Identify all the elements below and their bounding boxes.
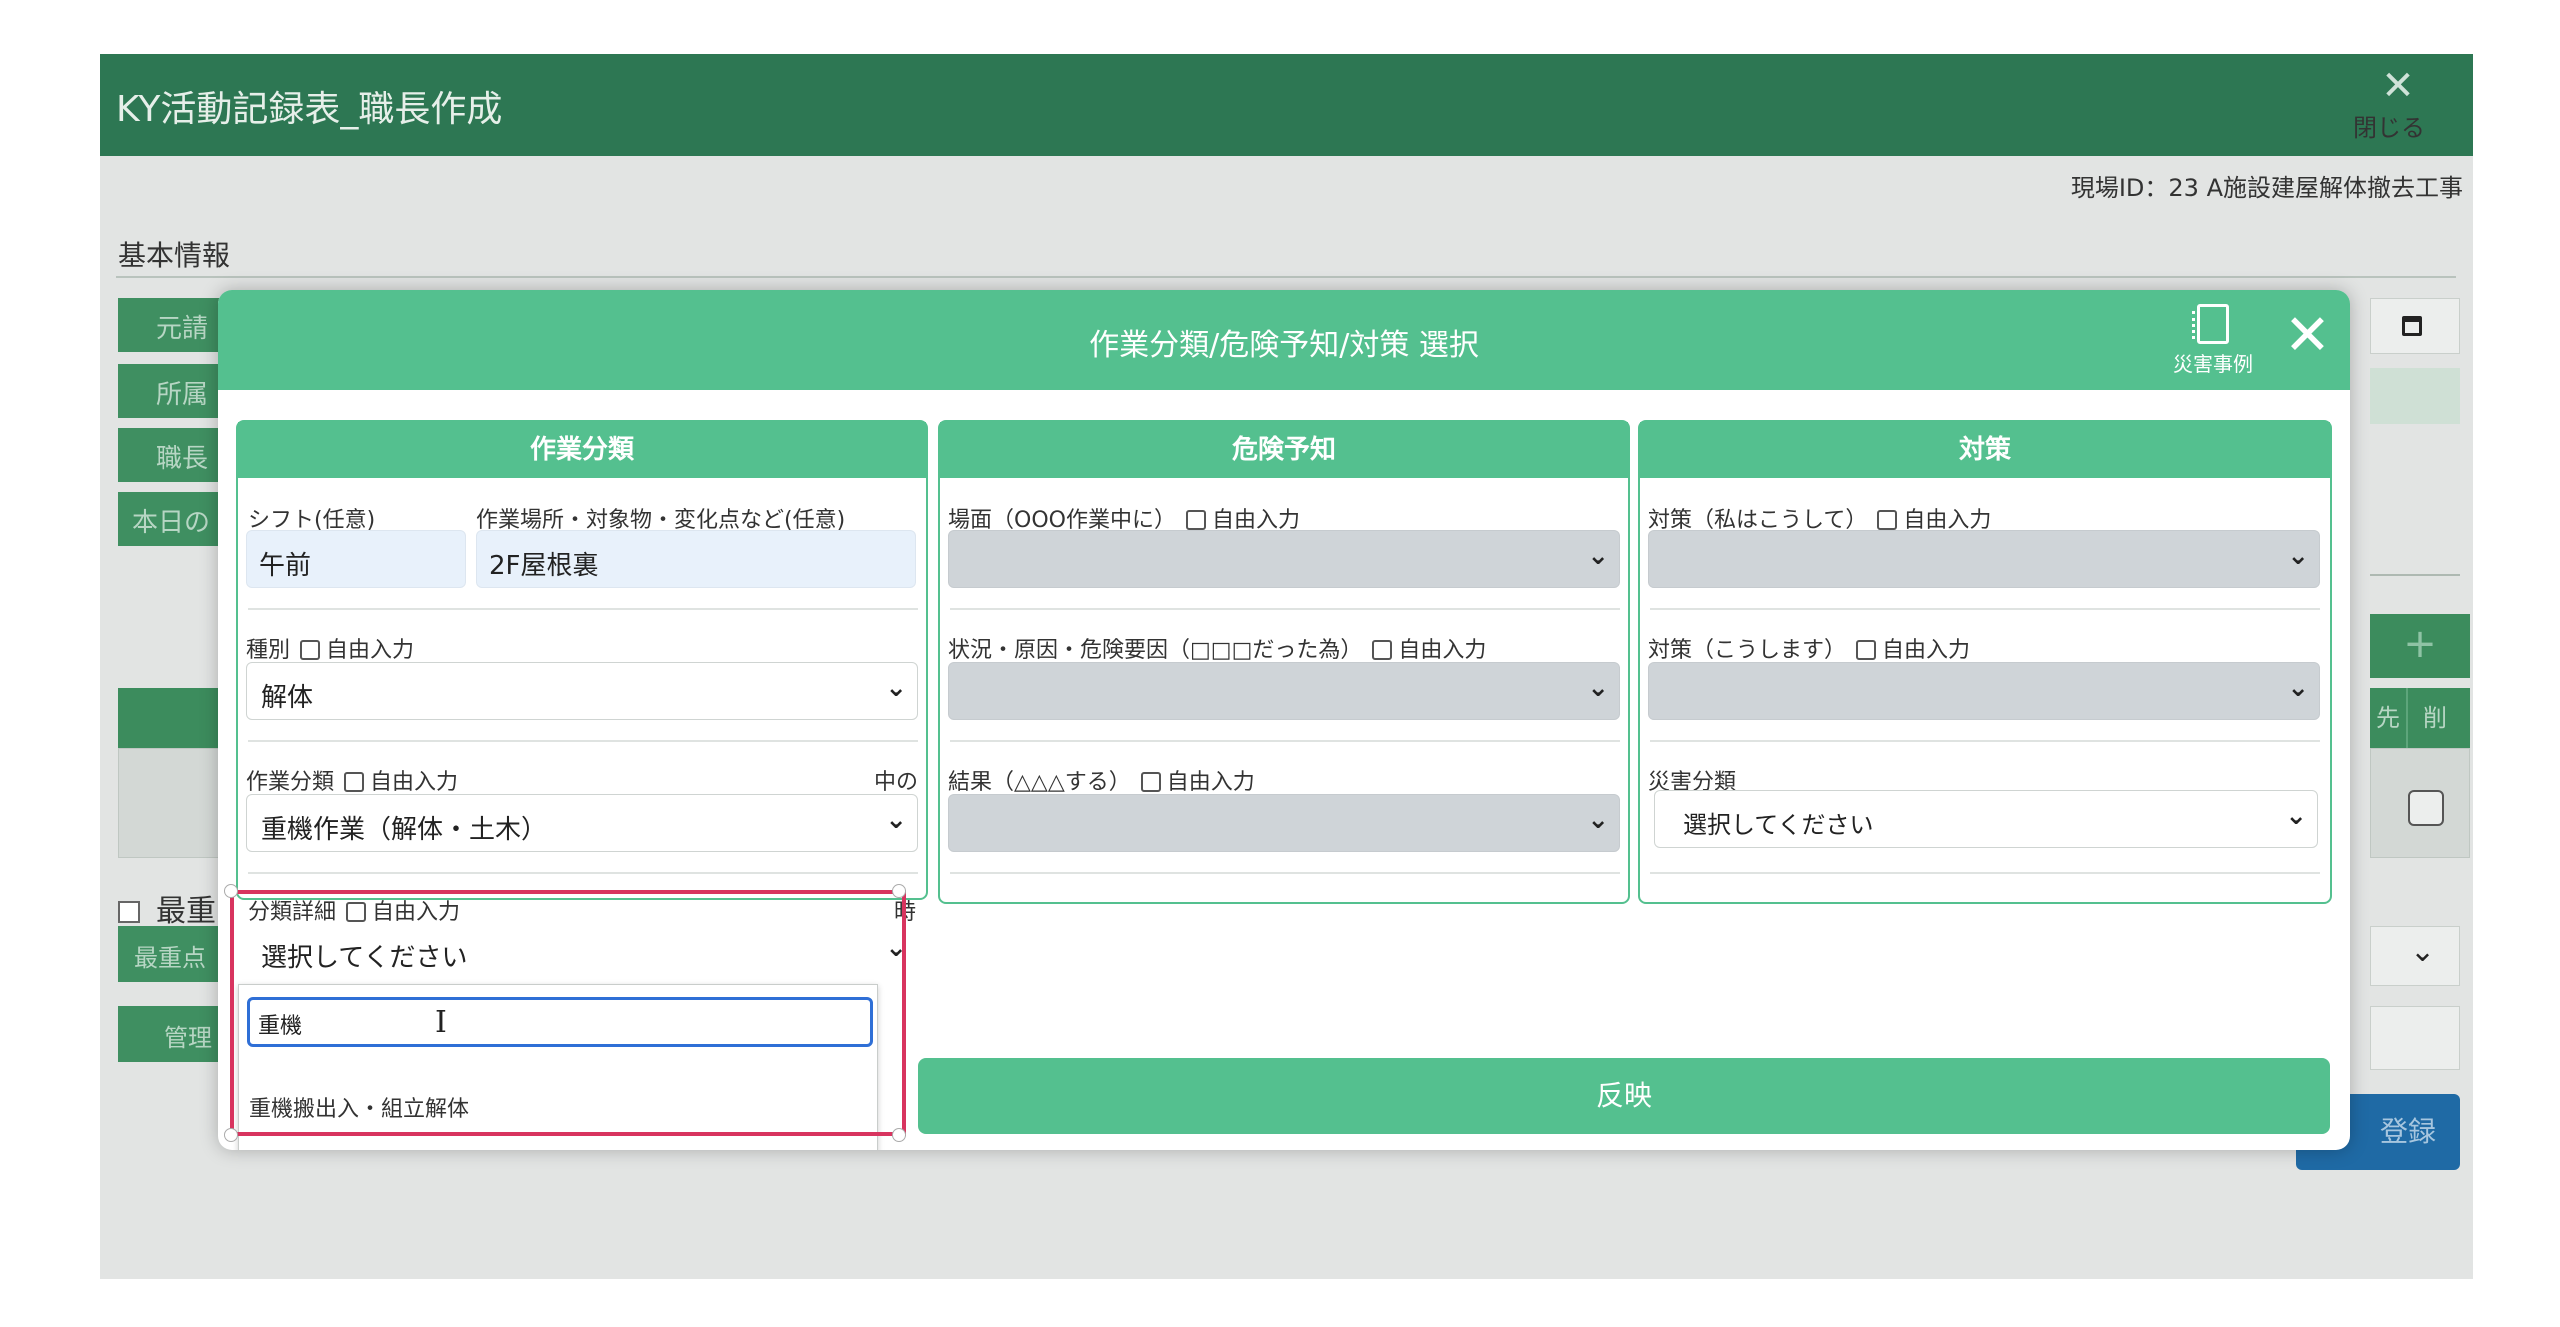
close-icon[interactable]: ✕ [2284, 304, 2331, 368]
chevron-down-icon: ⌄ [2410, 934, 2436, 969]
divider [248, 872, 918, 874]
chevron-down-icon: ⌄ [1587, 805, 1609, 835]
divider [2370, 574, 2460, 576]
resize-handle[interactable] [892, 884, 906, 898]
measure2-label-row: 対策（こうします） 自由入力 [1648, 632, 1970, 664]
panel-header: 危険予知 [940, 422, 1628, 478]
divider [1650, 872, 2320, 874]
work-label: 作業分類 [246, 770, 335, 795]
chevron-down-icon: ⌄ [2287, 541, 2309, 571]
modal-title: 作業分類/危険予知/対策 選択 [1089, 328, 1479, 363]
background-field[interactable] [2370, 1006, 2460, 1070]
divider [248, 740, 918, 742]
place-field[interactable]: 2F屋根裏 [476, 530, 916, 588]
type-label-row: 種別 自由入力 [246, 632, 414, 664]
result-label: 結果（△△△する） [948, 770, 1131, 795]
chevron-down-icon: ⌄ [2287, 673, 2309, 703]
result-select[interactable]: ⌄ [948, 794, 1620, 852]
close-icon: ✕ [2381, 63, 2415, 109]
app-close-label: 閉じる [2353, 114, 2425, 142]
type-select-value: 解体 [261, 683, 314, 713]
hazard-prediction-panel: 危険予知 場面（OOO作業中に） 自由入力 ⌄ 状況・原因・危険要因（□□□だった… [938, 420, 1630, 904]
divider [950, 608, 1620, 610]
most-important-checkbox[interactable]: 最重 [118, 886, 216, 930]
disaster-cases-button[interactable]: 災害事例 [2158, 304, 2268, 377]
measure2-select[interactable]: ⌄ [1648, 662, 2320, 720]
column-header-delete: 削 [2406, 688, 2462, 748]
site-id: 現場ID：23 A施設建屋解体撤去工事 [2070, 174, 2463, 202]
disaster-class-value: 選択してください [1683, 811, 1874, 839]
disaster-cases-label: 災害事例 [2173, 352, 2253, 376]
modal-header: 作業分類/危険予知/対策 選択 災害事例 ✕ [218, 290, 2350, 390]
chevron-down-icon: ⌄ [1587, 673, 1609, 703]
highlight-frame [230, 890, 906, 1136]
work-right-note: 中の [874, 770, 919, 795]
chevron-down-icon: ⌄ [2285, 801, 2307, 831]
app-close-button[interactable]: ✕ 閉じる [2353, 63, 2443, 142]
divider [116, 276, 2456, 278]
cause-label: 状況・原因・危険要因（□□□だった為） [948, 638, 1363, 663]
resize-handle[interactable] [224, 884, 238, 898]
notebook-icon [2192, 304, 2229, 344]
divider [248, 608, 918, 610]
apply-button[interactable]: 反映 [918, 1058, 2330, 1134]
free-input-label: 自由入力 [1166, 770, 1255, 795]
result-label-row: 結果（△△△する） 自由入力 [948, 764, 1255, 796]
panel-header: 作業分類 [238, 422, 926, 478]
delete-checkbox[interactable] [2408, 790, 2444, 826]
countermeasure-panel: 対策 対策（私はこうして） 自由入力 ⌄ 対策（こうします） 自由入力 ⌄ 災害分類… [1638, 420, 2332, 904]
type-select[interactable]: 解体 ⌄ [246, 662, 918, 720]
info-field [2370, 368, 2460, 424]
divider [1650, 608, 2320, 610]
work-label-row: 作業分類 自由入力 [246, 764, 458, 796]
side-button-foreman[interactable]: 職長 [118, 428, 228, 482]
chevron-down-icon: ⌄ [885, 805, 907, 835]
type-free-checkbox[interactable] [300, 640, 321, 660]
type-label: 種別 [246, 638, 291, 663]
measure1-free-checkbox[interactable] [1877, 510, 1898, 530]
free-input-label: 自由入力 [370, 770, 459, 795]
panel-header: 対策 [1640, 422, 2330, 478]
section-title: 基本情報 [118, 239, 231, 272]
work-classification-panel: 作業分類 シフト(任意) 作業場所・対象物・変化点など(任意) 午前 2F屋根裏… [236, 420, 928, 900]
checkbox-box[interactable] [118, 901, 140, 923]
result-free-checkbox[interactable] [1140, 772, 1161, 792]
free-input-label: 自由入力 [326, 638, 415, 663]
measure2-free-checkbox[interactable] [1856, 640, 1877, 660]
cause-free-checkbox[interactable] [1372, 640, 1393, 660]
add-row-button[interactable]: + [2370, 614, 2470, 678]
resize-handle[interactable] [892, 1128, 906, 1142]
cause-select[interactable]: ⌄ [948, 662, 1620, 720]
app-header: KY活動記録表_職長作成 ✕ 閉じる [100, 54, 2473, 156]
chevron-down-icon: ⌄ [1587, 541, 1609, 571]
most-important-label: 最重 [156, 894, 216, 929]
chevron-down-icon: ⌄ [885, 673, 907, 703]
side-button-prime-contractor[interactable]: 元請 [118, 298, 228, 352]
calendar-icon[interactable] [2402, 316, 2422, 336]
measure1-select[interactable]: ⌄ [1648, 530, 2320, 588]
table-header-right: 先削 [2370, 688, 2470, 748]
column-header-priority: 先 [2376, 704, 2400, 732]
scene-select[interactable]: ⌄ [948, 530, 1620, 588]
resize-handle[interactable] [224, 1128, 238, 1142]
selection-modal: 作業分類/危険予知/対策 選択 災害事例 ✕ 作業分類 シフト(任意) 作業場所… [218, 290, 2350, 1150]
divider [950, 740, 1620, 742]
measure2-label: 対策（こうします） [1648, 638, 1847, 663]
free-input-label: 自由入力 [1398, 638, 1487, 663]
shift-field[interactable]: 午前 [246, 530, 466, 588]
side-button-today[interactable]: 本日の [118, 492, 228, 546]
app-title: KY活動記録表_職長作成 [116, 89, 503, 130]
cause-label-row: 状況・原因・危険要因（□□□だった為） 自由入力 [948, 632, 1486, 664]
side-button-affiliation[interactable]: 所属 [118, 364, 228, 418]
divider [1650, 740, 2320, 742]
disaster-class-select[interactable]: 選択してください ⌄ [1654, 790, 2318, 848]
work-select[interactable]: 重機作業（解体・土木） ⌄ [246, 794, 918, 852]
divider [950, 872, 1620, 874]
work-select-value: 重機作業（解体・土木） [261, 815, 548, 845]
work-free-checkbox[interactable] [344, 772, 365, 792]
free-input-label: 自由入力 [1882, 638, 1971, 663]
scene-free-checkbox[interactable] [1185, 510, 1206, 530]
